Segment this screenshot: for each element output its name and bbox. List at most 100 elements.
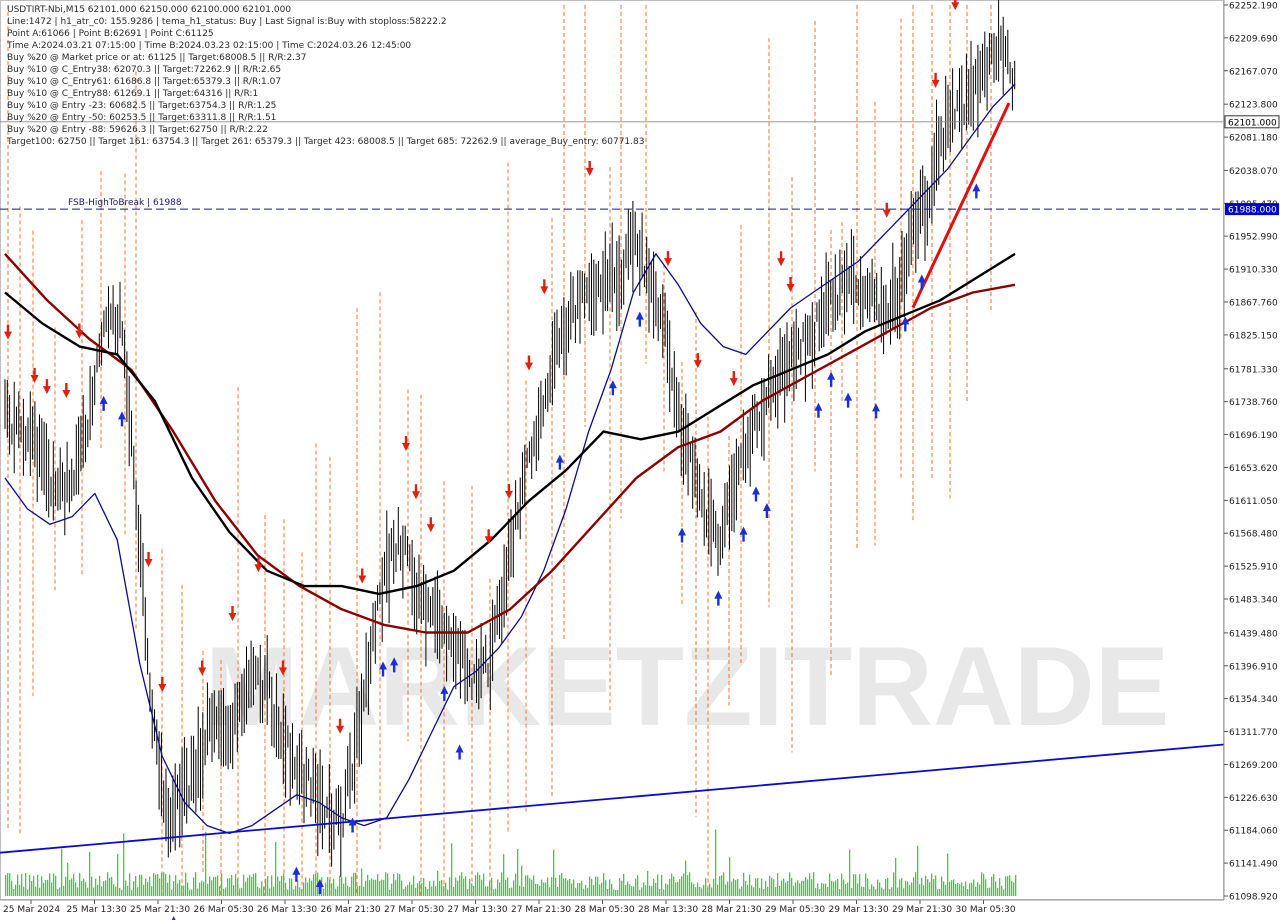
volume-bar bbox=[327, 876, 329, 896]
volume-bar bbox=[339, 875, 341, 896]
volume-bar bbox=[483, 873, 485, 896]
volume-bar bbox=[457, 880, 459, 896]
volume-bar bbox=[1015, 875, 1017, 896]
volume-bar bbox=[349, 887, 351, 896]
volume-bar bbox=[529, 878, 531, 896]
volume-bar bbox=[981, 872, 983, 896]
volume-bar bbox=[927, 879, 929, 896]
x-tick-label: 25 Mar 21:30 bbox=[130, 905, 190, 915]
volume-bar bbox=[307, 882, 309, 896]
volume-bar bbox=[313, 874, 315, 896]
volume-bar bbox=[55, 875, 57, 896]
x-tick-label: 30 Mar 05:30 bbox=[956, 905, 1016, 915]
volume-bar bbox=[915, 872, 917, 896]
volume-bar bbox=[707, 887, 709, 896]
volume-bar bbox=[941, 876, 943, 896]
volume-bar bbox=[301, 889, 303, 896]
volume-bar bbox=[223, 888, 225, 896]
volume-bar bbox=[579, 883, 581, 896]
volume-bar bbox=[451, 843, 453, 896]
volume-bar bbox=[923, 885, 925, 896]
volume-bar bbox=[775, 887, 777, 896]
volume-bar bbox=[713, 878, 715, 896]
volume-bar bbox=[155, 874, 157, 896]
volume-bar bbox=[899, 879, 901, 896]
volume-bar bbox=[219, 886, 221, 896]
y-tick-label: 62167.070 bbox=[1229, 67, 1278, 77]
volume-bar bbox=[661, 875, 663, 896]
y-tick-label: 61910.330 bbox=[1229, 266, 1278, 276]
volume-bar bbox=[95, 878, 97, 896]
volume-bar bbox=[63, 885, 65, 896]
volume-bar bbox=[893, 872, 895, 896]
volume-bar bbox=[375, 879, 377, 896]
volume-bar bbox=[895, 858, 897, 896]
y-tick-label: 61354.340 bbox=[1229, 695, 1278, 705]
volume-bar bbox=[767, 886, 769, 896]
volume-bar bbox=[689, 872, 691, 896]
volume-bar bbox=[743, 872, 745, 896]
y-tick-label: 61696.190 bbox=[1229, 431, 1278, 441]
volume-bar bbox=[167, 882, 169, 896]
volume-bar bbox=[337, 886, 339, 896]
volume-bar bbox=[861, 886, 863, 896]
volume-bar bbox=[627, 881, 629, 896]
volume-bar bbox=[641, 887, 643, 896]
volume-bar bbox=[125, 880, 127, 896]
volume-bar bbox=[447, 889, 449, 896]
volume-bar bbox=[315, 873, 317, 896]
volume-bar bbox=[733, 878, 735, 896]
volume-bar bbox=[353, 872, 355, 896]
x-tick-label: 27 Mar 13:30 bbox=[448, 905, 508, 915]
x-tick-label: 28 Mar 13:30 bbox=[638, 905, 698, 915]
volume-bar bbox=[277, 876, 279, 896]
volume-bar bbox=[789, 872, 791, 896]
volume-bar bbox=[737, 879, 739, 896]
volume-bar bbox=[287, 889, 289, 896]
volume-bar bbox=[407, 885, 409, 896]
volume-bar bbox=[245, 881, 247, 896]
volume-bar bbox=[9, 873, 11, 896]
volume-bar bbox=[825, 883, 827, 896]
x-tick-label: 27 Mar 21:30 bbox=[511, 905, 571, 915]
y-tick-label: 61568.480 bbox=[1229, 530, 1278, 540]
volume-bar bbox=[395, 880, 397, 896]
volume-bar bbox=[873, 886, 875, 896]
volume-bar bbox=[73, 873, 75, 896]
volume-bar bbox=[807, 879, 809, 896]
volume-bar bbox=[763, 888, 765, 896]
volume-bar bbox=[517, 849, 519, 896]
volume-bar bbox=[179, 879, 181, 896]
volume-bar bbox=[253, 873, 255, 896]
volume-bar bbox=[201, 880, 203, 896]
volume-bar bbox=[289, 878, 291, 896]
volume-bar bbox=[971, 882, 973, 896]
volume-bar bbox=[341, 877, 343, 896]
y-tick-label: 61867.760 bbox=[1229, 299, 1278, 309]
volume-bar bbox=[409, 882, 411, 896]
volume-bar bbox=[297, 880, 299, 896]
volume-bar bbox=[53, 873, 55, 896]
volume-bar bbox=[133, 881, 135, 896]
volume-bar bbox=[427, 888, 429, 896]
volume-bar bbox=[27, 889, 29, 896]
volume-bar bbox=[587, 887, 589, 896]
header-line-8: Buy %10 @ Entry -23: 60682.5 || Target:6… bbox=[7, 101, 277, 111]
volume-bar bbox=[817, 883, 819, 896]
volume-bar bbox=[985, 879, 987, 896]
volume-bar bbox=[377, 874, 379, 896]
volume-bar bbox=[87, 887, 89, 896]
volume-bar bbox=[801, 880, 803, 896]
x-tick-label: 25 Mar 13:30 bbox=[67, 905, 127, 915]
volume-bar bbox=[59, 887, 61, 896]
volume-bar bbox=[39, 887, 41, 896]
y-tick-label: 61825.150 bbox=[1229, 331, 1278, 341]
volume-bar bbox=[519, 885, 521, 896]
volume-bar bbox=[911, 882, 913, 896]
watermark: MARKETZITRADE bbox=[205, 624, 1169, 749]
volume-bar bbox=[475, 875, 477, 896]
volume-bar bbox=[195, 872, 197, 896]
volume-bar bbox=[185, 872, 187, 896]
volume-bar bbox=[665, 883, 667, 896]
volume-bar bbox=[975, 886, 977, 896]
